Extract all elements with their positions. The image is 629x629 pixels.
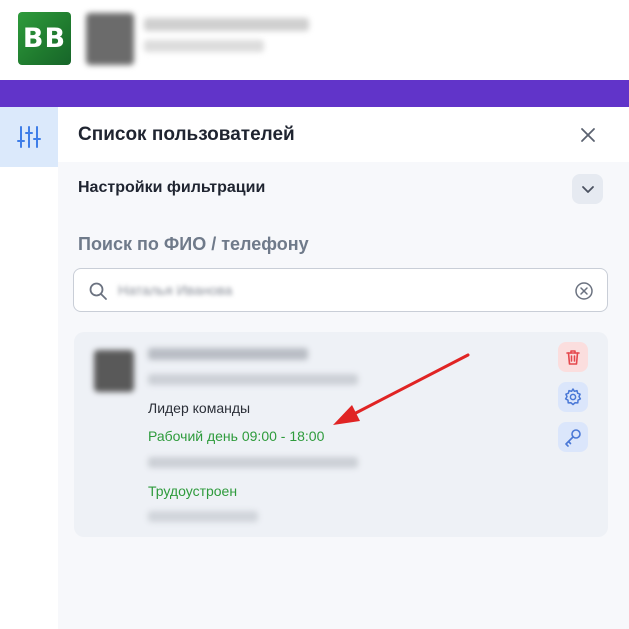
left-toolbar: [0, 107, 58, 629]
search-heading: Поиск по ФИО / телефону: [78, 234, 309, 254]
top-header: BB: [0, 0, 629, 80]
user-list-panel: Список пользователей Настройки фильтраци…: [58, 107, 629, 629]
user-workday: Рабочий день 09:00 - 18:00: [148, 428, 325, 444]
sliders-icon: [17, 126, 41, 148]
user-card[interactable]: Лидер команды Рабочий день 09:00 - 18:00…: [74, 332, 608, 537]
user-avatar: [94, 350, 134, 392]
filter-toggle-button[interactable]: [0, 107, 58, 167]
close-panel-button[interactable]: [574, 121, 602, 149]
user-location-redacted: [148, 457, 358, 468]
search-icon: [89, 282, 107, 300]
accent-bar: [0, 80, 629, 107]
clear-circle-icon[interactable]: [574, 281, 594, 301]
filter-settings-title[interactable]: Настройки фильтрации: [78, 179, 265, 197]
app-logo[interactable]: BB: [18, 12, 71, 65]
user-phone-redacted: [148, 511, 258, 522]
current-user-avatar[interactable]: [86, 13, 134, 65]
current-user-name-redacted: [144, 18, 309, 31]
close-icon: [581, 128, 595, 142]
user-employment-status: Трудоустроен: [148, 483, 238, 499]
trash-icon: [566, 350, 580, 365]
delete-user-button[interactable]: [558, 342, 588, 372]
gear-icon: [564, 388, 582, 406]
key-icon: [565, 429, 581, 447]
search-box[interactable]: [73, 268, 608, 312]
chevron-down-icon: [581, 186, 594, 193]
user-settings-button[interactable]: [558, 382, 588, 412]
search-input[interactable]: [118, 278, 558, 302]
user-role: Лидер команды: [148, 400, 251, 416]
user-access-key-button[interactable]: [558, 422, 588, 452]
filter-settings-expand-button[interactable]: [572, 174, 603, 204]
user-detail-redacted: [148, 374, 358, 385]
current-user-role-redacted: [144, 40, 264, 52]
panel-header: Список пользователей: [58, 107, 629, 162]
panel-title: Список пользователей: [78, 124, 295, 145]
user-name-redacted: [148, 348, 308, 360]
